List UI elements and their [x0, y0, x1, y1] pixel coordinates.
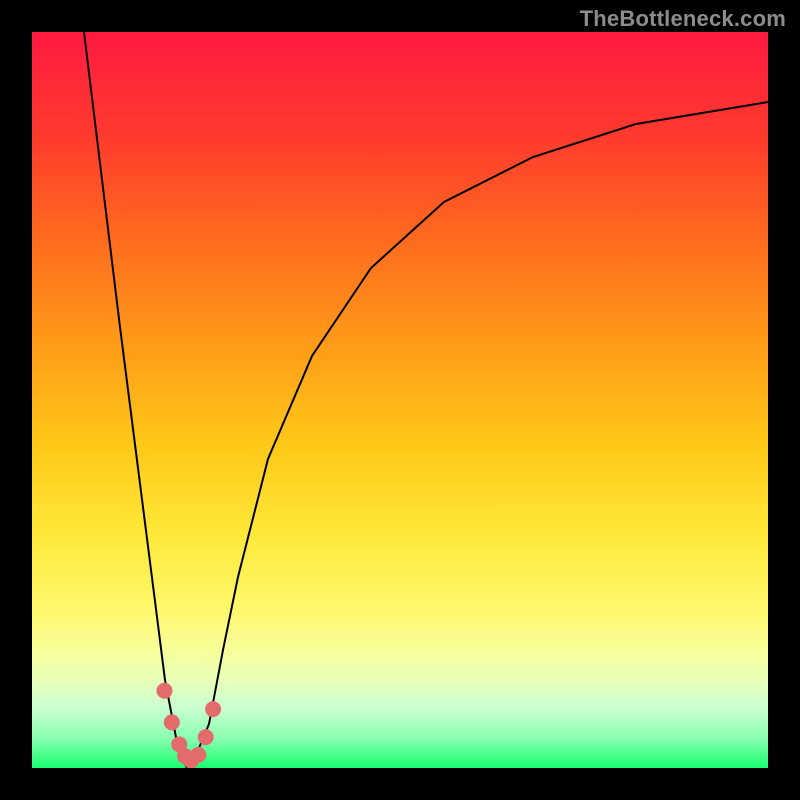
valley-dot: [157, 683, 173, 699]
curve-path: [84, 32, 768, 768]
chart-stage: TheBottleneck.com: [0, 0, 800, 800]
valley-dot: [164, 714, 180, 730]
valley-dot: [198, 729, 214, 745]
valley-dot: [205, 701, 221, 717]
valley-dot: [190, 747, 206, 763]
valley-dot: [177, 748, 193, 764]
chart-plot-area: [32, 32, 768, 768]
bottleneck-curve: [32, 32, 768, 768]
watermark-text: TheBottleneck.com: [580, 6, 786, 32]
valley-dot: [171, 736, 187, 752]
valley-dot: [183, 753, 199, 768]
